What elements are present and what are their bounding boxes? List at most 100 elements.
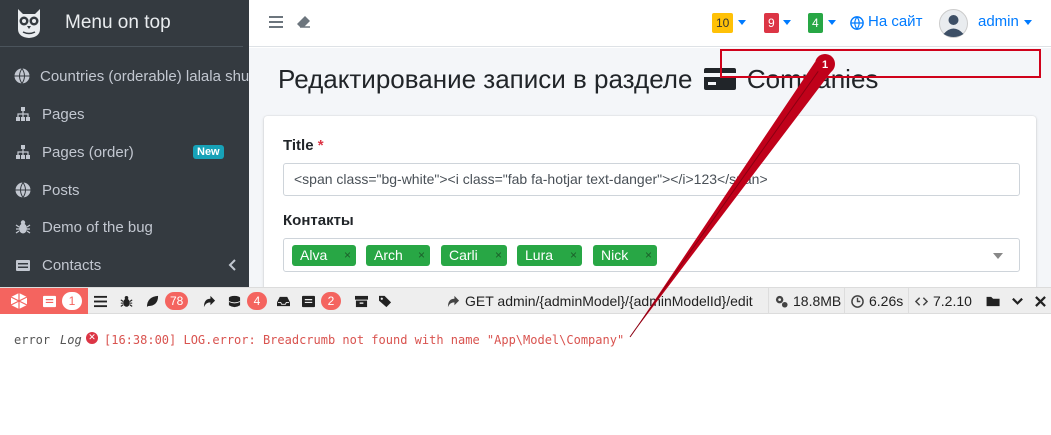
chevron-left-icon [228, 259, 236, 271]
edit-form-card: Title * <span class="bg-white"><i class=… [264, 116, 1036, 296]
sidebar-item-demo-bug[interactable]: Demo of the bug [0, 208, 249, 246]
debugbar: 1 78 4 2 GET admin/{adminModel}/{adminMo… [0, 287, 1051, 314]
bug-icon [120, 295, 133, 307]
remove-tag-icon[interactable]: × [645, 245, 652, 266]
chevron-down-icon[interactable] [1011, 288, 1024, 314]
contact-tag[interactable]: Lura × [517, 245, 582, 266]
globe-icon [14, 67, 30, 85]
chevron-down-icon [1024, 20, 1032, 25]
eraser-icon[interactable] [296, 15, 311, 29]
title-label: Title * [283, 137, 324, 154]
contact-tag[interactable]: Alva × [292, 245, 356, 266]
debugbar-tab-exceptions[interactable] [120, 288, 133, 314]
debugbar-tab-mails[interactable] [277, 288, 290, 314]
sidebar-item-contacts[interactable]: Contacts [0, 246, 249, 284]
sidebar-item-pages-order[interactable]: Pages (order) New [0, 133, 249, 171]
sitemap-icon [14, 143, 32, 161]
sidebar-item-label: Contacts [42, 256, 102, 274]
debugbar-tab-timeline[interactable] [94, 288, 107, 314]
remove-tag-icon[interactable]: × [570, 245, 577, 266]
chevron-down-icon[interactable] [993, 253, 1003, 259]
chevron-down-icon [783, 20, 791, 25]
sidebar-item-pages[interactable]: Pages [0, 95, 249, 133]
globe-icon [14, 181, 32, 199]
globe-icon [850, 16, 864, 30]
brand-link[interactable]: Menu on top [0, 0, 243, 47]
debugbar-tab-queries[interactable]: 4 [228, 288, 267, 314]
chevron-down-icon [738, 20, 746, 25]
site-link[interactable]: На сайт [868, 13, 922, 30]
gate-count: 2 [321, 292, 341, 310]
cogs-icon [775, 295, 788, 308]
main-content: Редактирование записи в разделе Companie… [249, 48, 1051, 296]
remove-tag-icon[interactable]: × [418, 245, 425, 266]
owl-logo-icon [18, 9, 40, 38]
sidebar: Menu on top Countries (orderable) lalala… [0, 0, 249, 287]
request-time: 6.26s [869, 293, 904, 309]
views-count: 78 [165, 292, 189, 310]
chevron-down-icon [828, 20, 836, 25]
list-icon [43, 295, 56, 307]
leaf-icon [146, 295, 159, 307]
new-badge: New [193, 145, 224, 159]
share-icon [203, 295, 216, 307]
debugbar-tab-views[interactable]: 78 [146, 288, 189, 314]
hamburger-menu-icon[interactable] [269, 15, 283, 29]
user-menu[interactable]: admin [978, 13, 1019, 30]
memory-usage: 18.8MB [793, 293, 842, 309]
title-input[interactable]: <span class="bg-white"><i class="fab fa-… [283, 163, 1020, 196]
sidebar-item-posts[interactable]: Posts [0, 171, 249, 209]
debugbar-tab-gate[interactable]: 2 [302, 288, 341, 314]
contact-tag[interactable]: Nick × [593, 245, 657, 266]
request-route: GET admin/{adminModel}/{adminModelId}/ed… [465, 293, 753, 309]
error-circle-icon: ✕ [86, 332, 98, 344]
bug-icon [14, 218, 32, 236]
page-title-text: Редактирование записи в разделе [278, 64, 693, 94]
close-icon[interactable] [1035, 288, 1046, 314]
debugbar-tab-session[interactable] [355, 288, 368, 314]
sidebar-item-label: Pages (order) [42, 143, 134, 161]
debugbar-tab-route[interactable] [203, 288, 216, 314]
debugbar-tab-request[interactable] [379, 288, 392, 314]
database-icon [228, 295, 241, 307]
contacts-multiselect[interactable]: Alva × Arch × Carli × Lura × Nick × [283, 238, 1020, 272]
brand-title: Menu on top [65, 12, 171, 33]
annotation-highlight-box [720, 49, 1041, 78]
log-message: [16:38:00] LOG.error: Breadcrumb not fou… [104, 333, 625, 347]
remove-tag-icon[interactable]: × [344, 245, 351, 266]
php-version: 7.2.10 [933, 293, 972, 309]
list-icon [302, 295, 315, 307]
topbar: 10 9 4 На сайт admin [249, 0, 1051, 47]
time-info: 6.26s [844, 288, 909, 314]
queries-count: 4 [247, 292, 267, 310]
contact-tag[interactable]: Carli × [441, 245, 507, 266]
log-panel: error Log ✕ [16:38:00] LOG.error: Breadc… [0, 315, 1051, 435]
share-icon [447, 295, 460, 307]
memory-info: 18.8MB [768, 288, 847, 314]
notification-badge-green[interactable]: 4 [808, 13, 823, 33]
php-version-info: 7.2.10 [908, 288, 978, 314]
messages-count: 1 [62, 292, 82, 310]
debugbar-logo-icon[interactable] [0, 288, 38, 314]
notification-badge-yellow[interactable]: 10 [712, 13, 734, 33]
sidebar-item-label: Demo of the bug [42, 218, 153, 236]
tags-icon [379, 295, 392, 307]
remove-tag-icon[interactable]: × [495, 245, 502, 266]
archive-icon [355, 295, 368, 307]
required-mark: * [317, 137, 324, 154]
sidebar-item-label: Countries (orderable) lalala shu [40, 67, 249, 85]
contact-tag[interactable]: Arch × [366, 245, 430, 266]
contacts-icon [14, 256, 32, 274]
avatar[interactable] [939, 9, 968, 38]
sidebar-item-countries[interactable]: Countries (orderable) lalala shu [0, 57, 249, 95]
notification-badge-red[interactable]: 9 [764, 13, 779, 33]
request-info: GET admin/{adminModel}/{adminModelId}/ed… [441, 288, 759, 314]
debugbar-tab-messages[interactable]: 1 [38, 288, 88, 314]
sidebar-item-label: Pages [42, 105, 85, 123]
timeline-icon [94, 295, 107, 307]
code-icon [915, 296, 928, 306]
inbox-icon [277, 296, 290, 306]
log-label: Log [60, 333, 82, 347]
open-folder-icon[interactable] [986, 288, 1002, 314]
sitemap-icon [14, 105, 32, 123]
